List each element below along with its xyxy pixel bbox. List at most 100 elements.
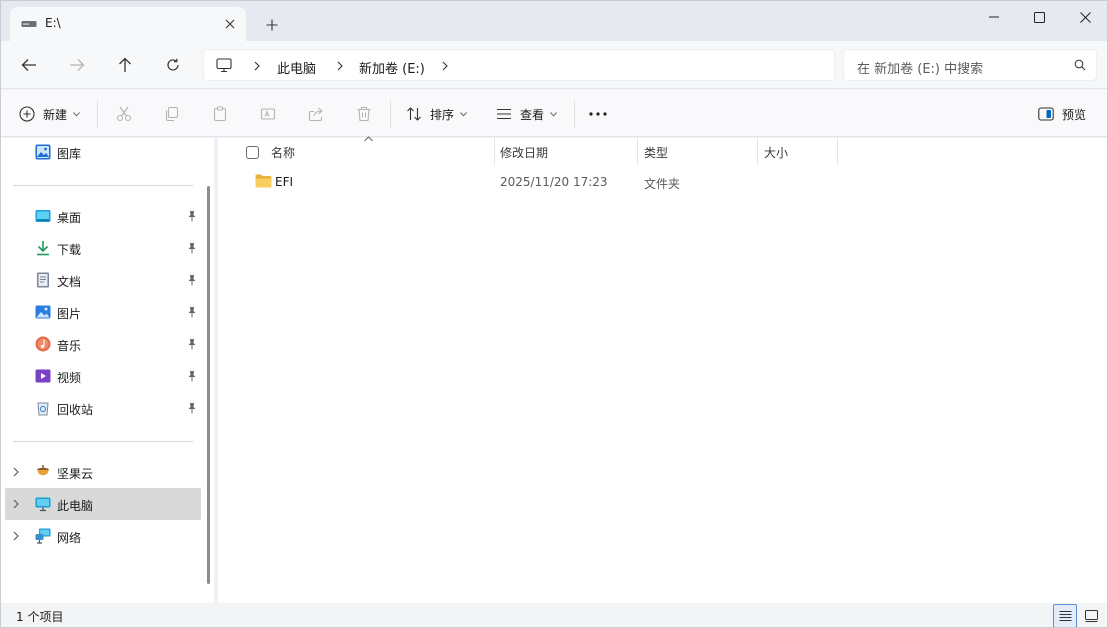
navigation-pane: 图库 桌面 下载 文档 图片 音乐 视频 回收站 坚果云 此电脑 网络: [1, 138, 214, 603]
breadcrumb-this-pc[interactable]: 此电脑: [277, 58, 316, 77]
chevron-right-icon[interactable]: [13, 531, 19, 541]
column-header-name[interactable]: 名称: [271, 138, 295, 166]
delete-button[interactable]: [356, 100, 372, 128]
sidebar-item-this-pc[interactable]: 此电脑: [5, 488, 201, 520]
chevron-right-icon: [442, 61, 448, 71]
column-divider[interactable]: [637, 138, 638, 165]
sidebar-item-music[interactable]: 音乐: [5, 328, 201, 360]
chevron-right-icon[interactable]: [13, 467, 19, 477]
computer-icon: [216, 58, 232, 73]
tab-close-button[interactable]: [218, 12, 242, 36]
preview-button[interactable]: 预览: [1038, 100, 1086, 128]
trash-icon: [357, 106, 371, 122]
sidebar-item-label: 文档: [57, 275, 82, 289]
more-options-button[interactable]: [589, 100, 607, 128]
minimize-icon: [989, 16, 999, 18]
refresh-button[interactable]: [158, 51, 188, 79]
column-header-type[interactable]: 类型: [644, 138, 668, 166]
sidebar-item-documents[interactable]: 文档: [5, 264, 201, 296]
sidebar-item-videos[interactable]: 视频: [5, 360, 201, 392]
details-view-button[interactable]: [1053, 604, 1077, 627]
pin-icon[interactable]: [187, 242, 197, 254]
up-button[interactable]: [110, 51, 140, 79]
pin-icon[interactable]: [187, 338, 197, 350]
maximize-button[interactable]: [1016, 1, 1062, 33]
video-icon: [35, 369, 51, 383]
pin-icon[interactable]: [187, 402, 197, 414]
share-button[interactable]: [308, 100, 324, 128]
cut-button[interactable]: [116, 100, 132, 128]
sidebar-item-network[interactable]: 网络: [5, 520, 201, 552]
pin-icon[interactable]: [187, 370, 197, 382]
column-divider[interactable]: [837, 138, 838, 165]
sidebar-item-downloads[interactable]: 下载: [5, 232, 201, 264]
sidebar-scrollbar[interactable]: [207, 186, 210, 584]
pin-icon[interactable]: [187, 210, 197, 222]
plus-icon: [266, 19, 278, 31]
rename-button[interactable]: [260, 100, 276, 128]
column-header-label: 大小: [764, 145, 789, 160]
file-list: 名称 修改日期 类型 大小 EFI 2025/11/20 17:23 文件夹: [218, 136, 1107, 603]
sidebar-item-gallery[interactable]: 图库: [5, 136, 201, 168]
pin-icon[interactable]: [187, 306, 197, 318]
search-icon: [1074, 59, 1086, 71]
music-icon: [35, 336, 51, 352]
copy-button[interactable]: [164, 100, 180, 128]
search-box[interactable]: 在 新加卷 (E:) 中搜索: [843, 49, 1097, 81]
network-icon: [35, 528, 51, 544]
column-header-label: 类型: [644, 145, 669, 160]
sidebar-item-label: 下载: [57, 243, 82, 257]
sidebar-item-pictures[interactable]: 图片: [5, 296, 201, 328]
view-button[interactable]: 查看: [496, 100, 557, 128]
tab-drive-e[interactable]: E:\: [10, 7, 246, 41]
plus-circle-icon: [19, 106, 35, 122]
command-bar: 新建 排序 查看 预览: [1, 90, 1107, 137]
maximize-icon: [1033, 11, 1045, 23]
forward-button[interactable]: [62, 51, 92, 79]
tiles-view-button[interactable]: [1079, 604, 1103, 627]
sidebar-item-recycle-bin[interactable]: 回收站: [5, 392, 201, 424]
close-icon: [1079, 11, 1091, 23]
close-window-button[interactable]: [1062, 1, 1107, 33]
search-input[interactable]: 在 新加卷 (E:) 中搜索: [857, 58, 983, 77]
nutstore-icon: [37, 465, 49, 476]
column-divider[interactable]: [494, 138, 495, 165]
status-bar: 1 个项目: [1, 603, 1107, 627]
back-button[interactable]: [14, 51, 44, 79]
file-type: 文件夹: [644, 177, 681, 191]
chevron-right-icon: [254, 61, 260, 71]
pin-icon[interactable]: [187, 274, 197, 286]
chevron-down-icon: [460, 111, 467, 117]
chevron-right-icon: [337, 61, 343, 71]
preview-button-label: 预览: [1062, 107, 1087, 122]
sidebar-item-label: 此电脑: [57, 499, 94, 513]
sidebar-item-label: 网络: [57, 531, 82, 545]
column-header-size[interactable]: 大小: [764, 138, 788, 166]
sidebar-item-desktop[interactable]: 桌面: [5, 200, 201, 232]
chevron-right-icon[interactable]: [13, 499, 19, 509]
chevron-down-icon: [550, 111, 557, 117]
arrow-left-icon: [21, 59, 36, 71]
breadcrumb-drive-e[interactable]: 新加卷 (E:): [359, 58, 425, 77]
paste-button[interactable]: [212, 100, 228, 128]
sidebar-divider: [13, 185, 193, 186]
table-row[interactable]: EFI 2025/11/20 17:23 文件夹: [218, 170, 1107, 194]
select-all-checkbox[interactable]: [246, 138, 259, 166]
sidebar-item-nutstore[interactable]: 坚果云: [5, 456, 201, 488]
address-bar[interactable]: 此电脑 新加卷 (E:): [203, 49, 835, 81]
minimize-button[interactable]: [971, 1, 1017, 33]
sort-button-label: 排序: [430, 107, 455, 122]
sort-button[interactable]: 排序: [406, 100, 467, 128]
new-tab-button[interactable]: [260, 13, 284, 37]
refresh-icon: [167, 58, 179, 71]
new-button[interactable]: 新建: [19, 100, 80, 128]
sort-icon: [407, 107, 421, 121]
arrow-up-icon: [119, 57, 131, 72]
sidebar-item-label: 音乐: [57, 339, 82, 353]
paste-icon: [213, 106, 227, 122]
sidebar-item-label: 回收站: [57, 403, 94, 417]
column-divider[interactable]: [757, 138, 758, 165]
toolbar-divider: [390, 100, 391, 128]
toolbar-divider: [97, 100, 98, 128]
column-header-modified[interactable]: 修改日期: [500, 138, 548, 166]
